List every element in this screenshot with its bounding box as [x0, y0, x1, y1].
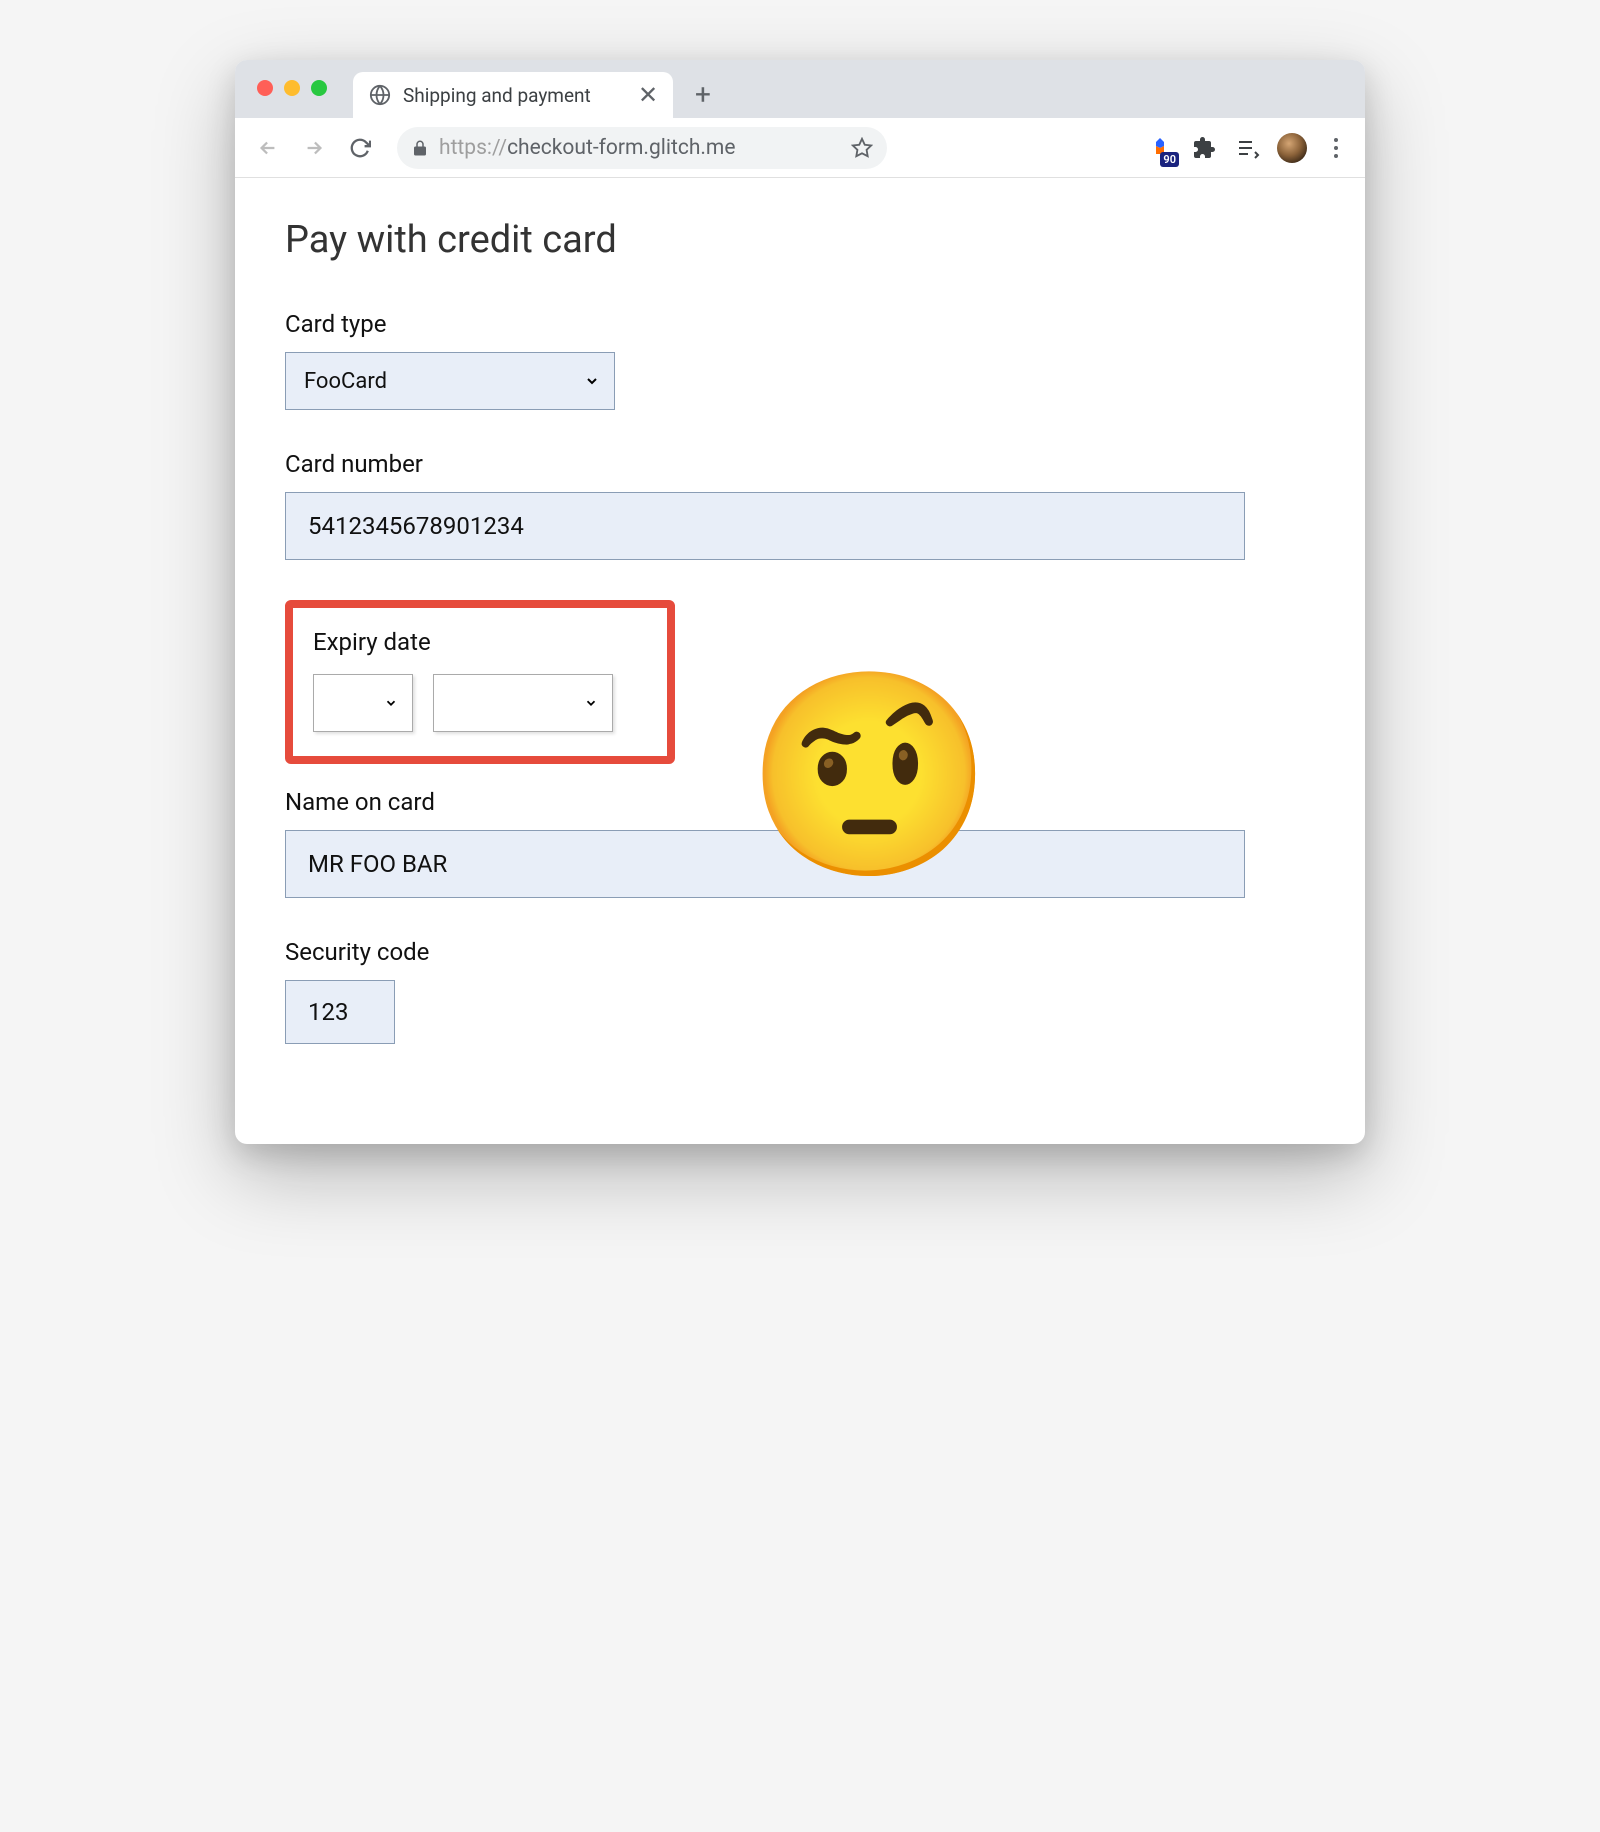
security-code-field: Security code 123 [285, 938, 1315, 1044]
overflow-menu-button[interactable] [1321, 138, 1351, 158]
toolbar-right: 90 [1145, 133, 1351, 163]
expiry-label: Expiry date [313, 628, 647, 656]
forward-button[interactable] [295, 129, 333, 167]
card-number-label: Card number [285, 450, 1315, 478]
card-type-field: Card type FooCard [285, 310, 1315, 410]
security-code-value: 123 [308, 998, 348, 1026]
extensions-icon[interactable] [1189, 133, 1219, 163]
lighthouse-extension-icon[interactable]: 90 [1145, 133, 1175, 163]
profile-avatar[interactable] [1277, 133, 1307, 163]
tab-strip: Shipping and payment ✕ + [235, 60, 1365, 118]
reading-list-icon[interactable] [1233, 133, 1263, 163]
globe-icon [369, 84, 391, 106]
close-window-button[interactable] [257, 80, 273, 96]
name-on-card-label: Name on card [285, 788, 1315, 816]
expiry-year-select[interactable] [433, 674, 613, 732]
name-on-card-field: Name on card MR FOO BAR [285, 788, 1315, 898]
card-type-label: Card type [285, 310, 1315, 338]
browser-tab[interactable]: Shipping and payment ✕ [353, 72, 673, 118]
chevron-down-icon [384, 696, 398, 710]
back-button[interactable] [249, 129, 287, 167]
url-text: https://checkout-form.glitch.me [439, 136, 736, 160]
card-type-select[interactable]: FooCard [285, 352, 615, 410]
page-content: Pay with credit card Card type FooCard C… [235, 178, 1365, 1144]
expiry-selects [313, 674, 647, 732]
chevron-down-icon [584, 696, 598, 710]
card-number-field: Card number 5412345678901234 [285, 450, 1315, 560]
window-controls [257, 80, 327, 96]
chevron-down-icon [584, 373, 600, 389]
security-code-label: Security code [285, 938, 1315, 966]
tab-title: Shipping and payment [403, 84, 625, 107]
new-tab-button[interactable]: + [683, 74, 723, 114]
card-type-value: FooCard [304, 369, 387, 394]
card-number-input[interactable]: 5412345678901234 [285, 492, 1245, 560]
expiry-highlight-box: Expiry date [285, 600, 675, 764]
bookmark-star-icon[interactable] [851, 137, 873, 159]
maximize-window-button[interactable] [311, 80, 327, 96]
lighthouse-score-badge: 90 [1160, 152, 1179, 167]
page-title: Pay with credit card [285, 218, 1315, 262]
expiry-month-select[interactable] [313, 674, 413, 732]
browser-toolbar: https://checkout-form.glitch.me 90 [235, 118, 1365, 178]
card-number-value: 5412345678901234 [308, 512, 524, 540]
minimize-window-button[interactable] [284, 80, 300, 96]
name-on-card-value: MR FOO BAR [308, 850, 447, 878]
browser-window: Shipping and payment ✕ + https://checkou… [235, 60, 1365, 1144]
reload-button[interactable] [341, 129, 379, 167]
close-tab-button[interactable]: ✕ [637, 81, 659, 109]
security-code-input[interactable]: 123 [285, 980, 395, 1044]
address-bar[interactable]: https://checkout-form.glitch.me [397, 127, 887, 169]
lock-icon [411, 139, 429, 157]
name-on-card-input[interactable]: MR FOO BAR [285, 830, 1245, 898]
